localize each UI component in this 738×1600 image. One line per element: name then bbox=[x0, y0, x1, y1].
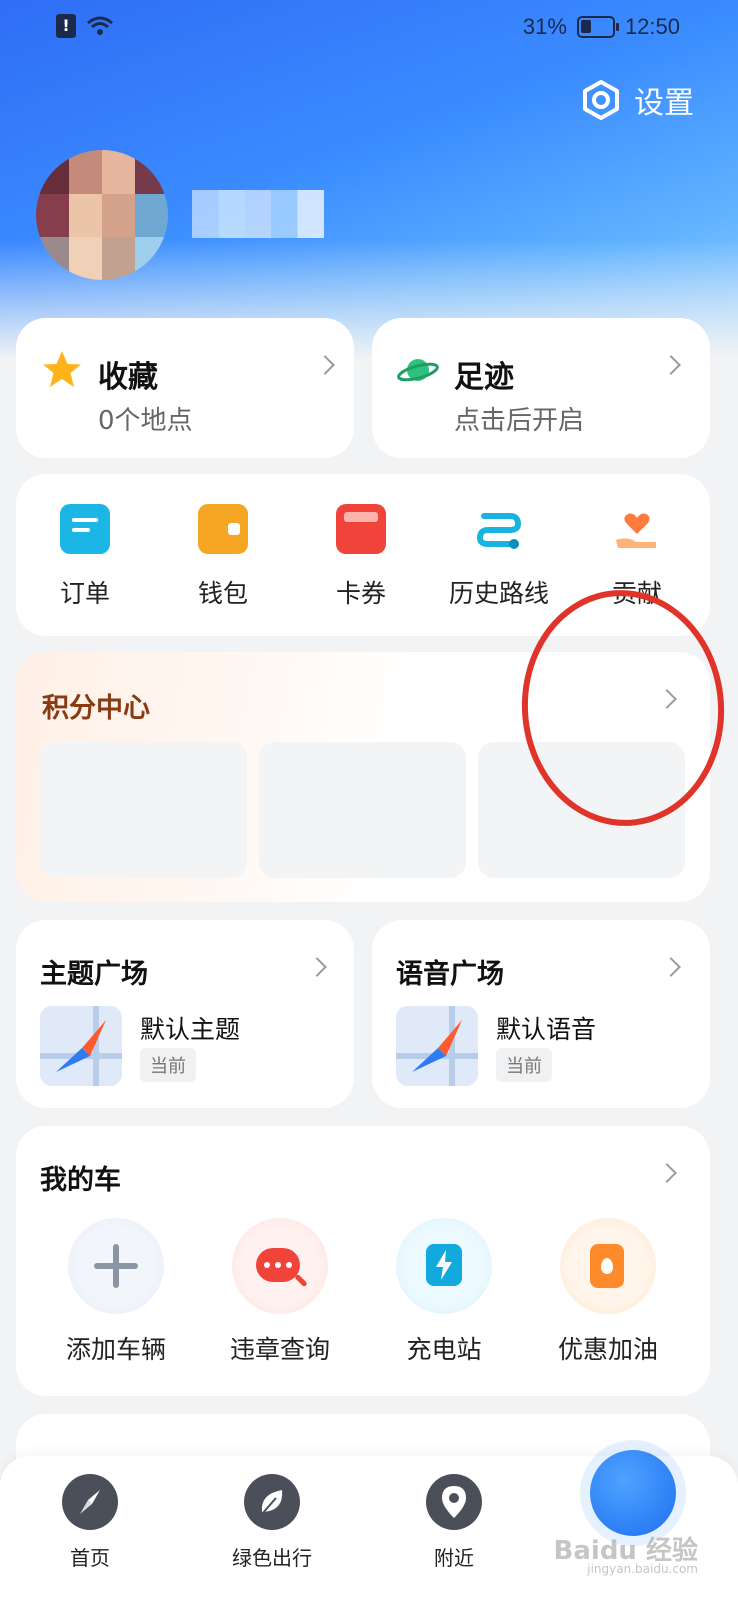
planet-icon bbox=[397, 359, 439, 382]
chevron-right-icon bbox=[661, 355, 681, 375]
footprint-subtitle: 点击后开启 bbox=[454, 406, 585, 436]
assistant-fab-button[interactable] bbox=[590, 1450, 676, 1536]
wifi-icon bbox=[87, 16, 113, 35]
tool-wallet-label: 钱包 bbox=[197, 579, 248, 608]
avatar[interactable] bbox=[36, 150, 168, 280]
bottom-navigation: 首页 绿色出行 附近 Baidu 经验 jingyan.baidu.com bbox=[0, 1450, 738, 1600]
contribute-icon bbox=[612, 504, 662, 554]
favorites-card[interactable]: 收藏 0个地点 bbox=[16, 318, 354, 458]
status-bar: ! 31% 12:50 bbox=[0, 0, 738, 56]
route-history-icon bbox=[474, 504, 524, 554]
baidu-watermark-url: jingyan.baidu.com bbox=[587, 1562, 698, 1576]
nav-green-travel[interactable]: 绿色出行 bbox=[212, 1474, 332, 1571]
my-car-title: 我的车 bbox=[40, 1165, 121, 1196]
charging-station-label: 充电站 bbox=[406, 1335, 482, 1364]
chevron-right-icon bbox=[661, 957, 681, 977]
nav-nearby[interactable]: 附近 bbox=[394, 1474, 514, 1571]
current-badge: 当前 bbox=[496, 1048, 552, 1082]
battery-icon bbox=[576, 16, 619, 38]
compass-nav-icon bbox=[62, 1474, 118, 1530]
tool-route-history-label: 历史路线 bbox=[448, 579, 549, 608]
favorites-title: 收藏 bbox=[98, 360, 158, 395]
points-slot[interactable] bbox=[40, 742, 247, 878]
violation-query-button[interactable]: 违章查询 bbox=[200, 1218, 360, 1366]
nav-home[interactable]: 首页 bbox=[30, 1474, 150, 1571]
fuel-discount-icon bbox=[560, 1218, 656, 1314]
star-icon bbox=[43, 351, 81, 387]
add-vehicle-button[interactable]: 添加车辆 bbox=[36, 1218, 196, 1366]
points-center-title: 积分中心 bbox=[42, 693, 150, 724]
theme-square-title: 主题广场 bbox=[40, 959, 148, 990]
nav-home-label: 首页 bbox=[70, 1546, 110, 1570]
points-slot[interactable] bbox=[259, 742, 466, 878]
compass-thumb-icon bbox=[396, 1006, 478, 1086]
voice-square-title: 语音广场 bbox=[396, 959, 504, 990]
clock: 12:50 bbox=[624, 14, 680, 39]
nav-nearby-label: 附近 bbox=[434, 1546, 474, 1570]
settings-button[interactable]: 设置 bbox=[580, 78, 694, 122]
theme-name: 默认主题 bbox=[140, 1015, 241, 1044]
favorites-subtitle: 0个地点 bbox=[98, 406, 193, 436]
hexagon-gear-icon bbox=[583, 80, 619, 120]
voice-square-card[interactable]: 语音广场 默认语音 当前 bbox=[372, 920, 710, 1108]
plus-icon bbox=[68, 1218, 164, 1314]
current-badge: 当前 bbox=[140, 1048, 196, 1082]
voice-name: 默认语音 bbox=[496, 1015, 597, 1044]
tool-wallet[interactable]: 钱包 bbox=[158, 504, 288, 610]
theme-square-card[interactable]: 主题广场 默认主题 当前 bbox=[16, 920, 354, 1108]
chevron-right-icon bbox=[315, 355, 335, 375]
tool-coupon[interactable]: 卡券 bbox=[296, 504, 426, 610]
violation-query-label: 违章查询 bbox=[229, 1335, 330, 1364]
wallet-icon bbox=[198, 504, 248, 554]
tool-order-label: 订单 bbox=[59, 579, 110, 608]
chevron-right-icon[interactable] bbox=[657, 1163, 677, 1183]
leaf-icon bbox=[244, 1474, 300, 1530]
settings-label: 设置 bbox=[634, 86, 694, 121]
nav-green-travel-label: 绿色出行 bbox=[232, 1546, 312, 1570]
my-car-card: 我的车 添加车辆 违章查询 充电站 优惠加油 bbox=[16, 1126, 710, 1396]
sim-alert-icon: ! bbox=[56, 14, 76, 38]
battery-percent: 31% bbox=[522, 14, 567, 39]
charging-station-button[interactable]: 充电站 bbox=[364, 1218, 524, 1366]
username-blurred[interactable] bbox=[192, 190, 324, 238]
location-pin-icon bbox=[426, 1474, 482, 1530]
coupon-icon bbox=[336, 504, 386, 554]
order-icon bbox=[60, 504, 110, 554]
fuel-discount-button[interactable]: 优惠加油 bbox=[528, 1218, 688, 1366]
add-vehicle-label: 添加车辆 bbox=[65, 1335, 166, 1364]
chevron-right-icon bbox=[307, 957, 327, 977]
fuel-discount-label: 优惠加油 bbox=[557, 1335, 658, 1364]
tool-coupon-label: 卡券 bbox=[335, 579, 386, 608]
violation-search-icon bbox=[232, 1218, 328, 1314]
compass-thumb-icon bbox=[40, 1006, 122, 1086]
footprint-card[interactable]: 足迹 点击后开启 bbox=[372, 318, 710, 458]
tool-route-history[interactable]: 历史路线 bbox=[434, 504, 564, 610]
tool-order[interactable]: 订单 bbox=[20, 504, 150, 610]
footprint-title: 足迹 bbox=[454, 360, 514, 395]
charging-station-icon bbox=[396, 1218, 492, 1314]
